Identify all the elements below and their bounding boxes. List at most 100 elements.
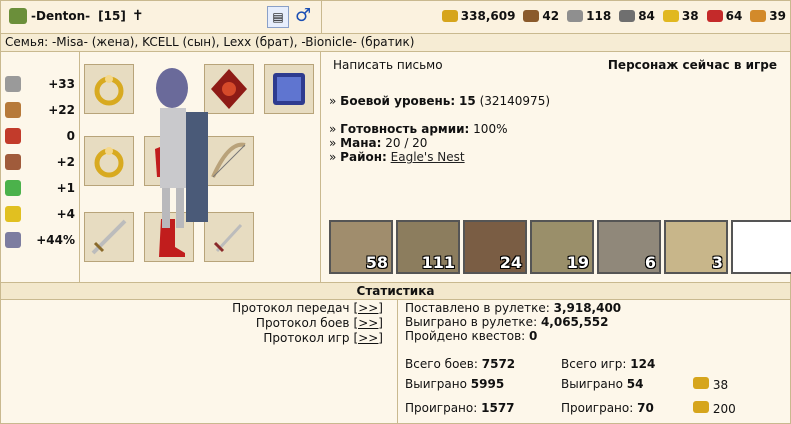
unit-count: 111: [421, 253, 455, 272]
district-row: » Район: Eagle's Nest: [329, 150, 465, 164]
roulette-bet-row: Поставлено в рулетке: 3,918,400: [405, 301, 622, 315]
stat-row: +33: [5, 76, 79, 92]
stat-value: 0: [66, 129, 75, 143]
unit-count: 3: [711, 253, 723, 272]
header-bar: -Denton- [15] ✝ ▤ ♂ 338,609 42 118 84 38 64 39: [1, 1, 790, 34]
info-card-icon[interactable]: ▤: [267, 6, 289, 28]
protocol-row: Протокол игр [>>]: [263, 331, 383, 345]
stat-row: +1: [5, 180, 79, 196]
games-won-row: Выиграно 54: [561, 377, 644, 391]
gold-icon: [693, 401, 709, 413]
write-letter-link[interactable]: Написать письмо: [333, 58, 443, 72]
player-name-block: -Denton- [15] ✝: [9, 8, 144, 24]
luck-icon: [5, 180, 21, 196]
attack-icon: [5, 76, 21, 92]
sword-slot[interactable]: [84, 212, 134, 262]
unit-count: 24: [499, 253, 522, 272]
equipment-panel: [80, 52, 321, 282]
ring-slot-2[interactable]: [84, 136, 134, 186]
unit-count: 6: [644, 253, 656, 272]
gold-icon: [693, 377, 709, 389]
player-profile-panel: -Denton- [15] ✝ ▤ ♂ 338,609 42 118 84 38 64 39…: [0, 0, 791, 424]
battles-total-row: Всего боев: 7572: [405, 357, 516, 371]
stat-value: +1: [56, 181, 75, 195]
resources-bar: 338,609 42 118 84 38 64 39: [441, 9, 786, 23]
battles-lost-row: Проиграно: 1577: [405, 401, 515, 415]
protocol-links: Протокол передач [>>] Протокол боев [>>] Про…: [1, 299, 398, 423]
gold-lost-row: 200: [693, 401, 736, 416]
hero-portrait: [156, 68, 208, 228]
player-nickname[interactable]: -Denton-: [31, 9, 90, 23]
header-icons: ▤ ♂: [267, 6, 311, 28]
crystal-icon: [706, 10, 723, 22]
army-unit-slot[interactable]: 111: [396, 220, 460, 274]
mana-value: 20 / 20: [385, 136, 428, 150]
resource-value: 118: [586, 9, 612, 23]
resource-item: 338,609: [441, 9, 516, 23]
wood-icon: [523, 10, 540, 22]
knowledge-icon: [5, 154, 21, 170]
army-ready-row: » Готовность армии: 100%: [329, 122, 508, 136]
stat-value: +33: [48, 77, 75, 91]
defense-icon: [5, 102, 21, 118]
spellpower-icon: [5, 128, 21, 144]
mana-row: » Мана: 20 / 20: [329, 136, 428, 150]
resource-value: 64: [725, 9, 743, 23]
ore-icon: [567, 10, 584, 22]
battles-won-row: Выиграно 5995: [405, 377, 505, 391]
army-unit-slot[interactable]: 58: [329, 220, 393, 274]
family-text: Семья: -Misa- (жена), KCELL (сын), Lexx …: [5, 35, 415, 49]
quests-row: Пройдено квестов: 0: [405, 329, 538, 343]
stat-value: +4: [56, 207, 75, 221]
character-stats: +33 +22 0 +2 +1 +4 +44%: [1, 52, 80, 282]
games-lost-row: Проиграно: 70: [561, 401, 654, 415]
roulette-won-row: Выиграно в рулетке: 4,065,552: [405, 315, 609, 329]
stat-row: +4: [5, 206, 79, 222]
protocol-link[interactable]: [>>]: [354, 331, 383, 345]
gold-won-row: 38: [693, 377, 728, 392]
army-unit-slot[interactable]: 24: [463, 220, 527, 274]
initiative-icon: [5, 232, 21, 248]
army-unit-slot[interactable]: 3: [664, 220, 728, 274]
resource-value: 38: [681, 9, 699, 23]
resource-value: 338,609: [460, 9, 516, 23]
army-unit-slot[interactable]: 6: [597, 220, 661, 274]
army-unit-slot[interactable]: 19: [530, 220, 594, 274]
book-slot[interactable]: [264, 64, 314, 114]
resource-value: 39: [769, 9, 786, 23]
resource-value: 42: [542, 9, 560, 23]
stat-value: +2: [56, 155, 75, 169]
gender-icon: ♂: [295, 5, 312, 26]
guild-icon[interactable]: [9, 8, 27, 24]
combat-level-value: 15: [459, 94, 476, 108]
army-units: 58 111 24 19 6 3: [329, 220, 791, 274]
army-ready-value: 100%: [473, 122, 508, 136]
morale-icon: [5, 206, 21, 222]
ring-slot-1[interactable]: [84, 64, 134, 114]
statistics-heading: Статистика: [1, 282, 790, 300]
combat-level-row: » Боевой уровень: 15 (32140975): [329, 94, 551, 108]
sulfur-icon: [662, 10, 679, 22]
resource-item: 84: [619, 9, 655, 23]
army-unit-slot[interactable]: [731, 220, 791, 274]
resource-item: 118: [567, 9, 611, 23]
resource-value: 84: [638, 9, 655, 23]
gold-icon: [441, 10, 458, 22]
unit-count: 58: [365, 253, 388, 272]
online-status: Персонаж сейчас в игре: [607, 58, 777, 72]
protocol-link[interactable]: [>>]: [354, 316, 383, 330]
mercury-icon: [619, 10, 636, 22]
resource-item: 39: [750, 9, 786, 23]
district-link[interactable]: Eagle's Nest: [391, 150, 465, 164]
stat-value: +22: [48, 103, 75, 117]
gems-icon: [750, 10, 767, 22]
protocol-row: Протокол боев [>>]: [256, 316, 383, 330]
protocol-row: Протокол передач [>>]: [232, 301, 383, 315]
protocol-label: Протокол игр: [263, 331, 350, 345]
experience-value: (32140975): [479, 94, 551, 108]
stat-row: +22: [5, 102, 79, 118]
header-divider: [321, 1, 322, 33]
games-total-row: Всего игр: 124: [561, 357, 656, 371]
protocol-link[interactable]: [>>]: [354, 301, 383, 315]
protocol-label: Протокол боев: [255, 316, 350, 330]
